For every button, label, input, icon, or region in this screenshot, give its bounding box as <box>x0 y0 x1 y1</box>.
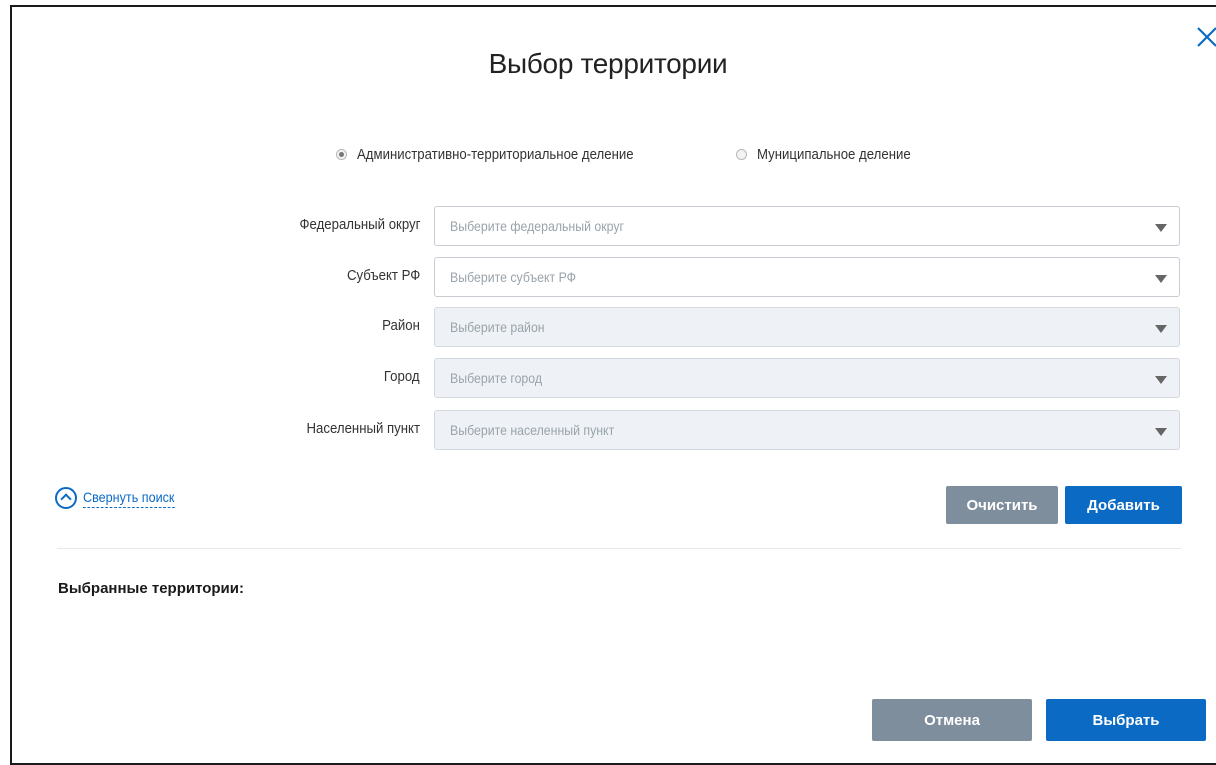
add-button[interactable]: Добавить <box>1065 486 1182 524</box>
divider <box>57 548 1181 549</box>
federal-district-select[interactable]: Выберите федеральный округ <box>434 206 1180 246</box>
field-district: Район Выберите район <box>0 307 1216 347</box>
chevron-down-icon[interactable] <box>1155 376 1167 384</box>
dialog-title: Выбор территории <box>488 48 728 79</box>
federal-district-label: Федеральный округ <box>299 216 420 233</box>
field-subject: Субъект РФ Выберите субъект РФ <box>0 257 1216 297</box>
radio-unselected-icon[interactable] <box>736 149 747 160</box>
close-icon[interactable] <box>1196 26 1216 48</box>
subject-select[interactable]: Выберите субъект РФ <box>434 257 1180 297</box>
radio-label: Административно-территориальное деление <box>357 146 634 163</box>
collapse-search-link[interactable]: Свернуть поиск <box>55 487 185 509</box>
radio-administrative-division[interactable]: Административно-территориальное деление <box>336 146 671 163</box>
district-placeholder: Выберите район <box>450 319 545 335</box>
field-city: Город Выберите город <box>0 358 1216 398</box>
settlement-placeholder: Выберите населенный пункт <box>450 422 615 438</box>
field-settlement: Населенный пункт Выберите населенный пун… <box>0 410 1216 450</box>
field-federal-district: Федеральный округ Выберите федеральный о… <box>0 206 1216 246</box>
radio-label: Муниципальное деление <box>757 146 911 163</box>
chevron-up-circle-icon[interactable] <box>55 487 77 509</box>
chevron-down-icon[interactable] <box>1155 224 1167 232</box>
division-type-radio-group: Административно-территориальное деление … <box>0 146 1216 166</box>
subject-label: Субъект РФ <box>346 267 420 284</box>
chevron-down-icon[interactable] <box>1155 325 1167 333</box>
city-select[interactable]: Выберите город <box>434 358 1180 398</box>
radio-selected-icon[interactable] <box>336 149 347 160</box>
clear-button[interactable]: Очистить <box>946 486 1058 524</box>
chevron-down-icon[interactable] <box>1155 275 1167 283</box>
subject-placeholder: Выберите субъект РФ <box>450 269 577 285</box>
district-select[interactable]: Выберите район <box>434 307 1180 347</box>
settlement-select[interactable]: Выберите населенный пункт <box>434 410 1180 450</box>
radio-municipal-division[interactable]: Муниципальное деление <box>736 146 932 163</box>
settlement-label: Населенный пункт <box>306 420 420 437</box>
cancel-button[interactable]: Отмена <box>872 699 1032 741</box>
selected-territories-title: Выбранные территории: <box>58 580 244 597</box>
select-button[interactable]: Выбрать <box>1046 699 1206 741</box>
collapse-search-label[interactable]: Свернуть поиск <box>83 489 175 508</box>
city-placeholder: Выберите город <box>450 370 543 386</box>
district-label: Район <box>382 317 420 334</box>
federal-district-placeholder: Выберите федеральный округ <box>450 218 625 234</box>
chevron-down-icon[interactable] <box>1155 428 1167 436</box>
city-label: Город <box>384 368 420 385</box>
